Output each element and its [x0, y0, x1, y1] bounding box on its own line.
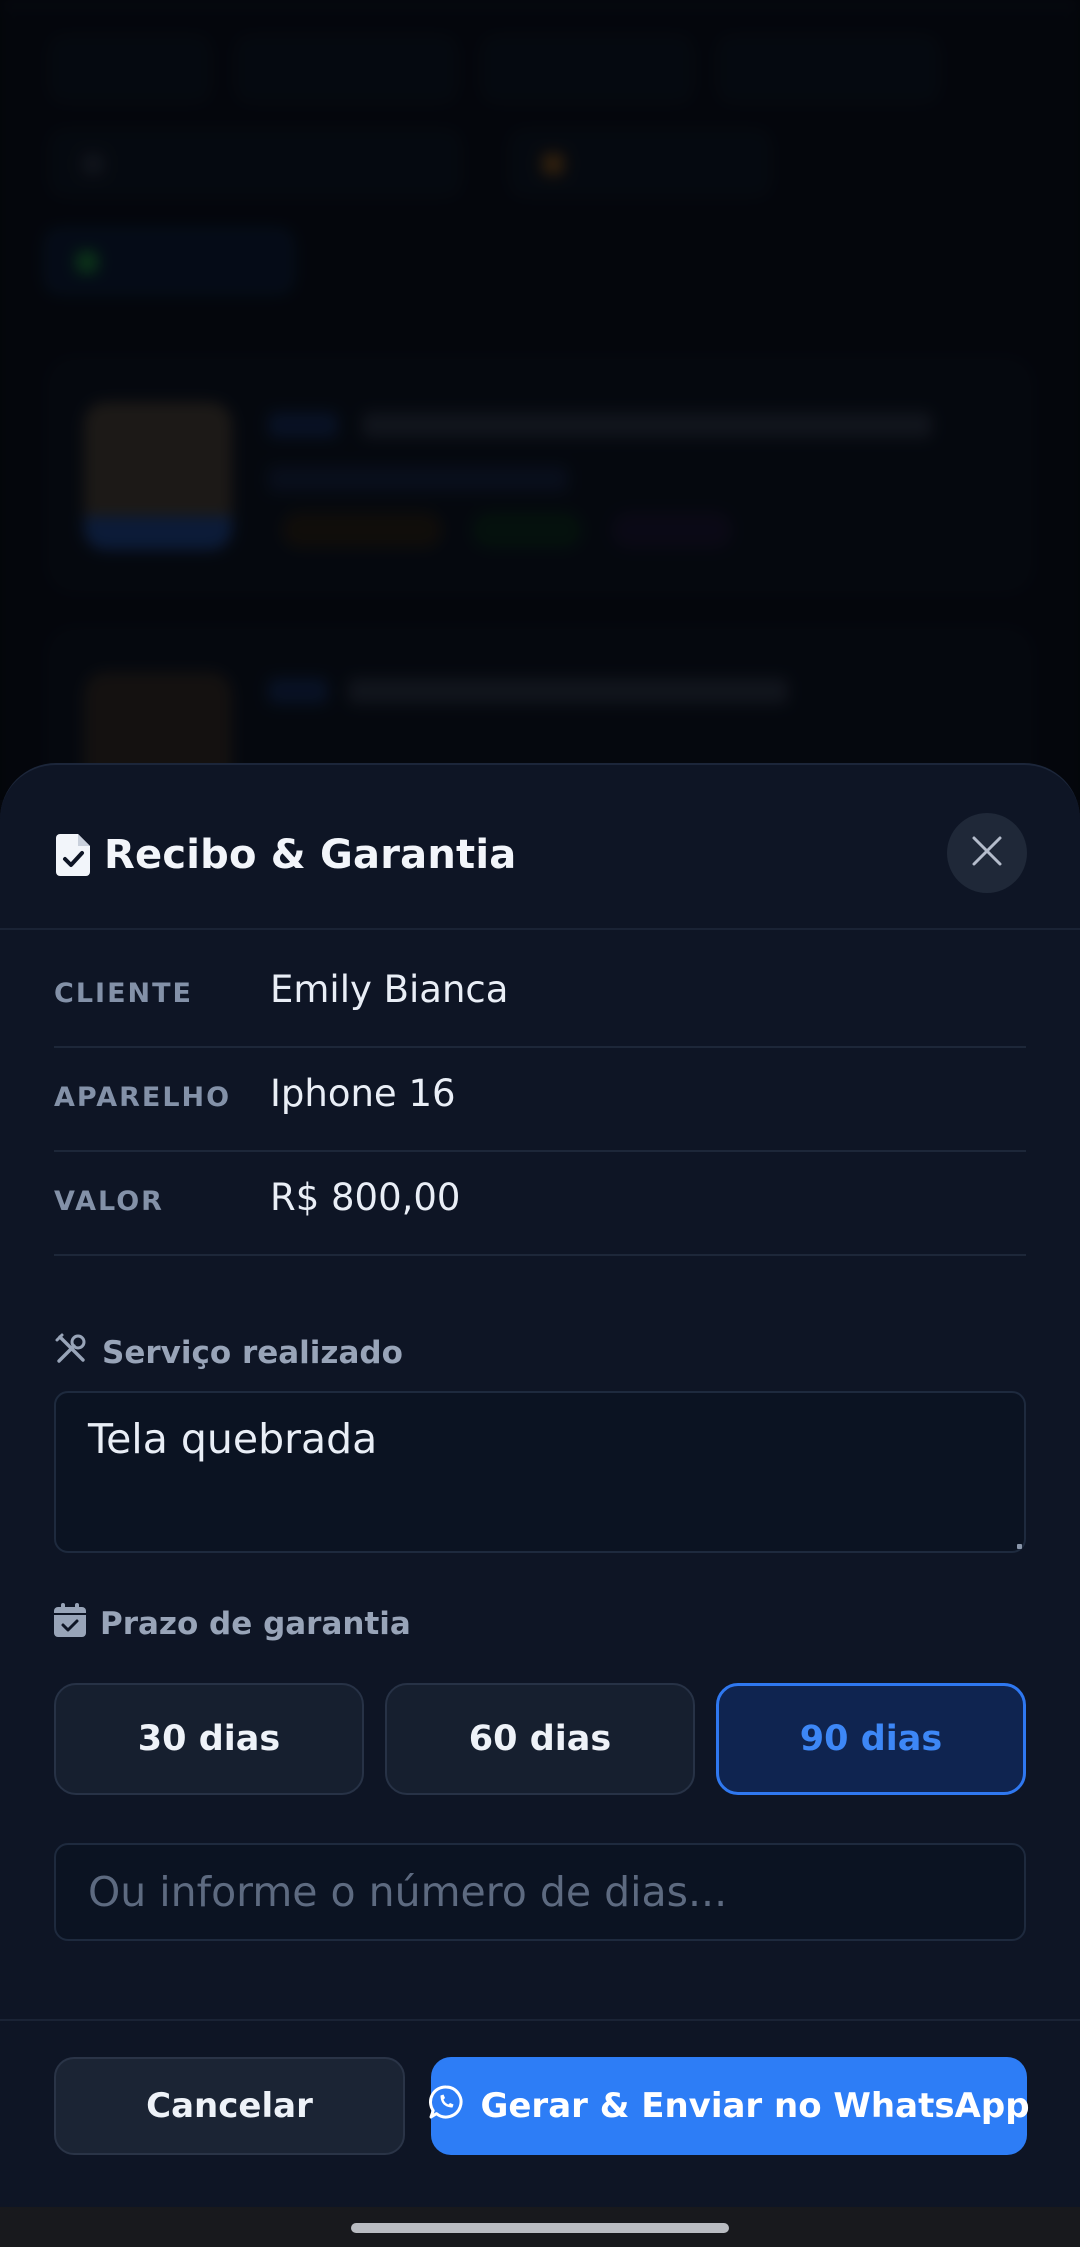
home-indicator[interactable]: [351, 2223, 729, 2233]
sheet-footer: Cancelar Gerar & Enviar no WhatsApp: [0, 2019, 1080, 2209]
cancel-button[interactable]: Cancelar: [54, 2057, 405, 2155]
info-label: CLIENTE: [54, 978, 193, 1009]
info-row-aparelho: APARELHO Iphone 16: [54, 1048, 1026, 1152]
price-value: R$ 800,00: [270, 1176, 461, 1219]
custom-days-input[interactable]: Ou informe o número de dias...: [54, 1843, 1026, 1941]
calendar-check-icon: [54, 1603, 100, 1645]
modal-backdrop[interactable]: [0, 0, 1080, 800]
tools-icon: [54, 1332, 102, 1374]
client-name-value: Emily Bianca: [270, 968, 509, 1011]
close-icon: [970, 834, 1004, 872]
warranty-option-30[interactable]: 30 dias: [54, 1683, 364, 1795]
device-value: Iphone 16: [270, 1072, 456, 1115]
receipt-check-icon: [56, 834, 90, 876]
whatsapp-icon: [428, 2084, 480, 2129]
sheet-title: Recibo & Garantia: [104, 832, 517, 878]
warranty-section-label: Prazo de garantia: [54, 1603, 411, 1645]
service-section-label: Serviço realizado: [54, 1332, 403, 1374]
screen: Recibo & Garantia CLIENTE Emily Bianca A…: [0, 0, 1080, 2247]
info-row-cliente: CLIENTE Emily Bianca: [54, 944, 1026, 1048]
info-row-valor: VALOR R$ 800,00: [54, 1152, 1026, 1256]
service-textarea[interactable]: Tela quebrada: [54, 1391, 1026, 1553]
generate-send-whatsapp-button[interactable]: Gerar & Enviar no WhatsApp: [428, 2057, 1030, 2155]
custom-days-placeholder: Ou informe o número de dias...: [88, 1868, 728, 1916]
receipt-warranty-sheet: Recibo & Garantia CLIENTE Emily Bianca A…: [0, 763, 1080, 2207]
resize-handle[interactable]: [1017, 1544, 1022, 1549]
sheet-title-wrap: Recibo & Garantia: [56, 827, 516, 883]
sheet-header: Recibo & Garantia: [0, 765, 1080, 930]
warranty-option-90[interactable]: 90 dias: [716, 1683, 1026, 1795]
system-nav-bar: [0, 2207, 1080, 2247]
warranty-label: Prazo de garantia: [100, 1606, 411, 1642]
service-text: Tela quebrada: [88, 1415, 378, 1463]
info-label: APARELHO: [54, 1082, 232, 1113]
close-button[interactable]: [947, 813, 1027, 893]
info-label: VALOR: [54, 1186, 164, 1217]
warranty-option-60[interactable]: 60 dias: [385, 1683, 695, 1795]
service-label: Serviço realizado: [102, 1335, 403, 1371]
send-button-label: Gerar & Enviar no WhatsApp: [480, 2086, 1030, 2126]
